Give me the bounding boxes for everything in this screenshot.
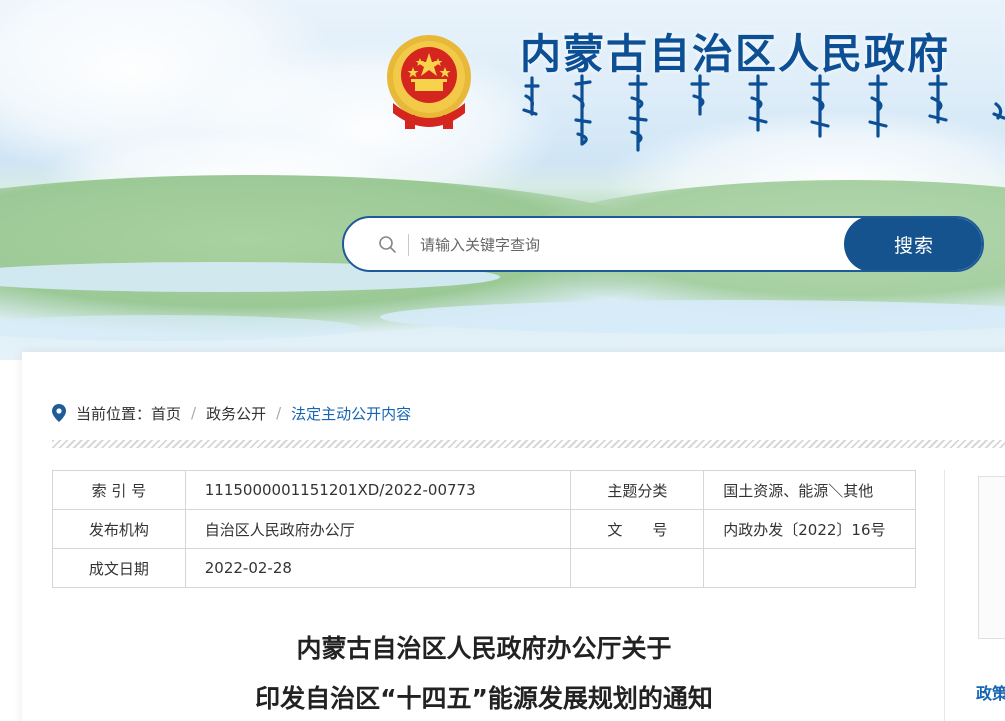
search-bar: 搜索 bbox=[342, 216, 984, 272]
header-banner: 内蒙古自治区人民政府 bbox=[0, 0, 1005, 360]
breadcrumb-separator: / bbox=[191, 404, 197, 422]
document-title: 内蒙古自治区人民政府办公厅关于 印发自治区“十四五”能源发展规划的通知 bbox=[52, 624, 916, 721]
meta-value-publisher: 自治区人民政府办公厅 bbox=[184, 509, 572, 549]
content-card: 当前位置： 首页 / 政务公开 / 法定主动公开内容 索 引 号 1115000… bbox=[22, 352, 1005, 721]
location-pin-icon bbox=[52, 404, 66, 422]
meta-label-category: 主题分类 bbox=[570, 470, 705, 510]
breadcrumb-separator: / bbox=[276, 404, 282, 422]
column-divider bbox=[944, 470, 945, 721]
search-input[interactable] bbox=[420, 228, 840, 262]
breadcrumb-prefix: 当前位置： bbox=[76, 404, 152, 423]
meta-label-date: 成文日期 bbox=[52, 548, 186, 588]
meta-label-empty bbox=[570, 548, 705, 588]
sidebar-policy-label[interactable]: 政策 bbox=[976, 680, 1005, 704]
river bbox=[380, 300, 1005, 334]
table-row: 发布机构 自治区人民政府办公厅 文 号 内政办发〔2022〕16号 bbox=[52, 509, 916, 549]
meta-value-index: 1115000001151201XD/2022-00773 bbox=[184, 470, 572, 510]
meta-value-empty bbox=[703, 548, 916, 588]
search-divider bbox=[408, 234, 409, 256]
meta-label-publisher: 发布机构 bbox=[52, 509, 186, 549]
document-title-line2: 印发自治区“十四五”能源发展规划的通知 bbox=[255, 684, 713, 713]
river bbox=[0, 315, 360, 341]
document-title-line1: 内蒙古自治区人民政府办公厅关于 bbox=[296, 634, 672, 663]
national-emblem-icon bbox=[387, 35, 471, 129]
breadcrumb-home[interactable]: 首页 bbox=[151, 403, 181, 424]
mongolian-script-title bbox=[522, 74, 1005, 152]
site-title: 内蒙古自治区人民政府 bbox=[520, 30, 950, 78]
sidebar-qr-box bbox=[978, 476, 1005, 639]
table-row: 成文日期 2022-02-28 bbox=[52, 548, 916, 588]
hatched-divider bbox=[52, 440, 1005, 448]
breadcrumb-current[interactable]: 法定主动公开内容 bbox=[291, 403, 411, 424]
breadcrumb-gov-affairs[interactable]: 政务公开 bbox=[206, 403, 266, 424]
search-icon bbox=[379, 236, 396, 253]
meta-value-doc-number: 内政办发〔2022〕16号 bbox=[703, 509, 916, 549]
meta-label-index: 索 引 号 bbox=[52, 470, 186, 510]
meta-value-category: 国土资源、能源＼其他 bbox=[703, 470, 916, 510]
meta-label-doc-number: 文 号 bbox=[570, 509, 705, 549]
meta-value-date: 2022-02-28 bbox=[184, 548, 572, 588]
search-button[interactable]: 搜索 bbox=[844, 218, 982, 270]
table-row: 索 引 号 1115000001151201XD/2022-00773 主题分类… bbox=[52, 470, 916, 510]
breadcrumb: 当前位置： 首页 / 政务公开 / 法定主动公开内容 bbox=[52, 402, 411, 424]
document-meta-table: 索 引 号 1115000001151201XD/2022-00773 主题分类… bbox=[52, 470, 916, 588]
